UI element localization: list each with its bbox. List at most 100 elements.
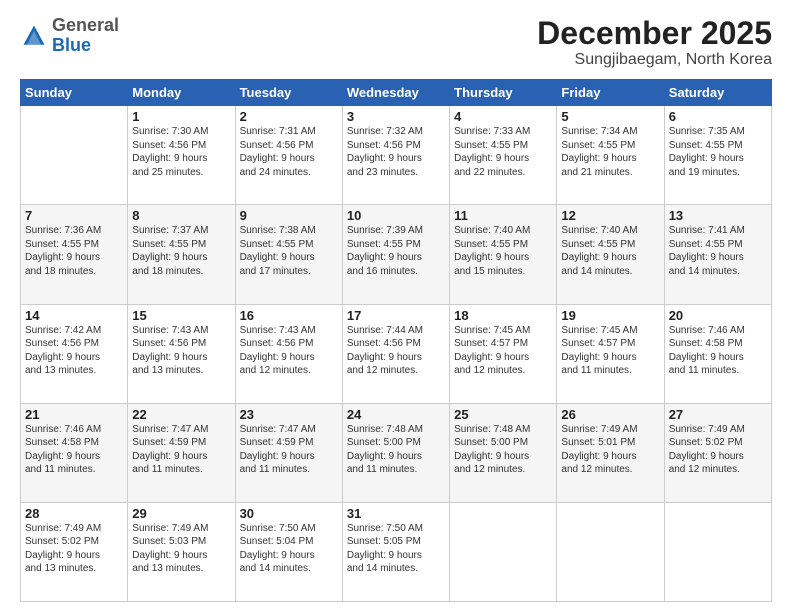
day-cell: 3Sunrise: 7:32 AM Sunset: 4:56 PM Daylig… bbox=[342, 106, 449, 205]
day-cell bbox=[21, 106, 128, 205]
weekday-header-tuesday: Tuesday bbox=[235, 80, 342, 106]
day-cell: 17Sunrise: 7:44 AM Sunset: 4:56 PM Dayli… bbox=[342, 304, 449, 403]
weekday-header-sunday: Sunday bbox=[21, 80, 128, 106]
day-cell bbox=[450, 502, 557, 601]
day-number: 31 bbox=[347, 506, 445, 521]
day-number: 1 bbox=[132, 109, 230, 124]
day-info: Sunrise: 7:39 AM Sunset: 4:55 PM Dayligh… bbox=[347, 224, 445, 278]
day-info: Sunrise: 7:45 AM Sunset: 4:57 PM Dayligh… bbox=[561, 324, 659, 378]
day-cell bbox=[664, 502, 771, 601]
day-info: Sunrise: 7:46 AM Sunset: 4:58 PM Dayligh… bbox=[25, 423, 123, 477]
weekday-header-row: SundayMondayTuesdayWednesdayThursdayFrid… bbox=[21, 80, 772, 106]
day-number: 11 bbox=[454, 208, 552, 223]
day-cell: 15Sunrise: 7:43 AM Sunset: 4:56 PM Dayli… bbox=[128, 304, 235, 403]
day-info: Sunrise: 7:49 AM Sunset: 5:03 PM Dayligh… bbox=[132, 522, 230, 576]
day-number: 2 bbox=[240, 109, 338, 124]
day-cell: 4Sunrise: 7:33 AM Sunset: 4:55 PM Daylig… bbox=[450, 106, 557, 205]
day-info: Sunrise: 7:46 AM Sunset: 4:58 PM Dayligh… bbox=[669, 324, 767, 378]
day-cell: 23Sunrise: 7:47 AM Sunset: 4:59 PM Dayli… bbox=[235, 403, 342, 502]
day-cell: 14Sunrise: 7:42 AM Sunset: 4:56 PM Dayli… bbox=[21, 304, 128, 403]
day-cell: 12Sunrise: 7:40 AM Sunset: 4:55 PM Dayli… bbox=[557, 205, 664, 304]
day-cell bbox=[557, 502, 664, 601]
logo-text: General Blue bbox=[52, 16, 119, 56]
day-info: Sunrise: 7:49 AM Sunset: 5:02 PM Dayligh… bbox=[669, 423, 767, 477]
day-number: 17 bbox=[347, 308, 445, 323]
day-number: 27 bbox=[669, 407, 767, 422]
day-number: 8 bbox=[132, 208, 230, 223]
logo-blue: Blue bbox=[52, 35, 91, 55]
weekday-header-thursday: Thursday bbox=[450, 80, 557, 106]
weekday-header-wednesday: Wednesday bbox=[342, 80, 449, 106]
day-info: Sunrise: 7:35 AM Sunset: 4:55 PM Dayligh… bbox=[669, 125, 767, 179]
page: General Blue December 2025 Sungjibaegam,… bbox=[0, 0, 792, 612]
day-cell: 6Sunrise: 7:35 AM Sunset: 4:55 PM Daylig… bbox=[664, 106, 771, 205]
day-info: Sunrise: 7:50 AM Sunset: 5:05 PM Dayligh… bbox=[347, 522, 445, 576]
day-info: Sunrise: 7:47 AM Sunset: 4:59 PM Dayligh… bbox=[132, 423, 230, 477]
day-info: Sunrise: 7:48 AM Sunset: 5:00 PM Dayligh… bbox=[347, 423, 445, 477]
day-number: 23 bbox=[240, 407, 338, 422]
day-number: 24 bbox=[347, 407, 445, 422]
day-cell: 19Sunrise: 7:45 AM Sunset: 4:57 PM Dayli… bbox=[557, 304, 664, 403]
day-cell: 28Sunrise: 7:49 AM Sunset: 5:02 PM Dayli… bbox=[21, 502, 128, 601]
day-info: Sunrise: 7:41 AM Sunset: 4:55 PM Dayligh… bbox=[669, 224, 767, 278]
day-cell: 29Sunrise: 7:49 AM Sunset: 5:03 PM Dayli… bbox=[128, 502, 235, 601]
week-row-4: 21Sunrise: 7:46 AM Sunset: 4:58 PM Dayli… bbox=[21, 403, 772, 502]
day-cell: 21Sunrise: 7:46 AM Sunset: 4:58 PM Dayli… bbox=[21, 403, 128, 502]
day-number: 26 bbox=[561, 407, 659, 422]
day-info: Sunrise: 7:43 AM Sunset: 4:56 PM Dayligh… bbox=[132, 324, 230, 378]
day-number: 21 bbox=[25, 407, 123, 422]
day-number: 9 bbox=[240, 208, 338, 223]
logo: General Blue bbox=[20, 16, 119, 56]
day-cell: 9Sunrise: 7:38 AM Sunset: 4:55 PM Daylig… bbox=[235, 205, 342, 304]
day-info: Sunrise: 7:40 AM Sunset: 4:55 PM Dayligh… bbox=[454, 224, 552, 278]
weekday-header-friday: Friday bbox=[557, 80, 664, 106]
day-cell: 22Sunrise: 7:47 AM Sunset: 4:59 PM Dayli… bbox=[128, 403, 235, 502]
day-info: Sunrise: 7:40 AM Sunset: 4:55 PM Dayligh… bbox=[561, 224, 659, 278]
day-number: 4 bbox=[454, 109, 552, 124]
day-info: Sunrise: 7:48 AM Sunset: 5:00 PM Dayligh… bbox=[454, 423, 552, 477]
day-info: Sunrise: 7:44 AM Sunset: 4:56 PM Dayligh… bbox=[347, 324, 445, 378]
logo-icon bbox=[20, 22, 48, 50]
day-number: 30 bbox=[240, 506, 338, 521]
day-number: 13 bbox=[669, 208, 767, 223]
day-number: 29 bbox=[132, 506, 230, 521]
week-row-2: 7Sunrise: 7:36 AM Sunset: 4:55 PM Daylig… bbox=[21, 205, 772, 304]
day-info: Sunrise: 7:34 AM Sunset: 4:55 PM Dayligh… bbox=[561, 125, 659, 179]
day-number: 19 bbox=[561, 308, 659, 323]
day-number: 5 bbox=[561, 109, 659, 124]
day-cell: 30Sunrise: 7:50 AM Sunset: 5:04 PM Dayli… bbox=[235, 502, 342, 601]
day-number: 3 bbox=[347, 109, 445, 124]
day-number: 16 bbox=[240, 308, 338, 323]
day-cell: 16Sunrise: 7:43 AM Sunset: 4:56 PM Dayli… bbox=[235, 304, 342, 403]
week-row-5: 28Sunrise: 7:49 AM Sunset: 5:02 PM Dayli… bbox=[21, 502, 772, 601]
day-cell: 2Sunrise: 7:31 AM Sunset: 4:56 PM Daylig… bbox=[235, 106, 342, 205]
day-number: 18 bbox=[454, 308, 552, 323]
day-info: Sunrise: 7:37 AM Sunset: 4:55 PM Dayligh… bbox=[132, 224, 230, 278]
day-info: Sunrise: 7:33 AM Sunset: 4:55 PM Dayligh… bbox=[454, 125, 552, 179]
day-cell: 7Sunrise: 7:36 AM Sunset: 4:55 PM Daylig… bbox=[21, 205, 128, 304]
day-cell: 24Sunrise: 7:48 AM Sunset: 5:00 PM Dayli… bbox=[342, 403, 449, 502]
weekday-header-monday: Monday bbox=[128, 80, 235, 106]
day-info: Sunrise: 7:43 AM Sunset: 4:56 PM Dayligh… bbox=[240, 324, 338, 378]
day-info: Sunrise: 7:45 AM Sunset: 4:57 PM Dayligh… bbox=[454, 324, 552, 378]
logo-general: General bbox=[52, 15, 119, 35]
week-row-3: 14Sunrise: 7:42 AM Sunset: 4:56 PM Dayli… bbox=[21, 304, 772, 403]
day-cell: 25Sunrise: 7:48 AM Sunset: 5:00 PM Dayli… bbox=[450, 403, 557, 502]
month-title: December 2025 bbox=[537, 16, 772, 51]
day-number: 6 bbox=[669, 109, 767, 124]
day-cell: 27Sunrise: 7:49 AM Sunset: 5:02 PM Dayli… bbox=[664, 403, 771, 502]
day-number: 14 bbox=[25, 308, 123, 323]
day-info: Sunrise: 7:32 AM Sunset: 4:56 PM Dayligh… bbox=[347, 125, 445, 179]
day-cell: 20Sunrise: 7:46 AM Sunset: 4:58 PM Dayli… bbox=[664, 304, 771, 403]
location: Sungjibaegam, North Korea bbox=[537, 51, 772, 69]
day-number: 15 bbox=[132, 308, 230, 323]
day-cell: 18Sunrise: 7:45 AM Sunset: 4:57 PM Dayli… bbox=[450, 304, 557, 403]
day-number: 28 bbox=[25, 506, 123, 521]
header: General Blue December 2025 Sungjibaegam,… bbox=[20, 16, 772, 69]
day-info: Sunrise: 7:47 AM Sunset: 4:59 PM Dayligh… bbox=[240, 423, 338, 477]
day-number: 12 bbox=[561, 208, 659, 223]
day-cell: 11Sunrise: 7:40 AM Sunset: 4:55 PM Dayli… bbox=[450, 205, 557, 304]
day-cell: 13Sunrise: 7:41 AM Sunset: 4:55 PM Dayli… bbox=[664, 205, 771, 304]
day-cell: 26Sunrise: 7:49 AM Sunset: 5:01 PM Dayli… bbox=[557, 403, 664, 502]
day-info: Sunrise: 7:30 AM Sunset: 4:56 PM Dayligh… bbox=[132, 125, 230, 179]
